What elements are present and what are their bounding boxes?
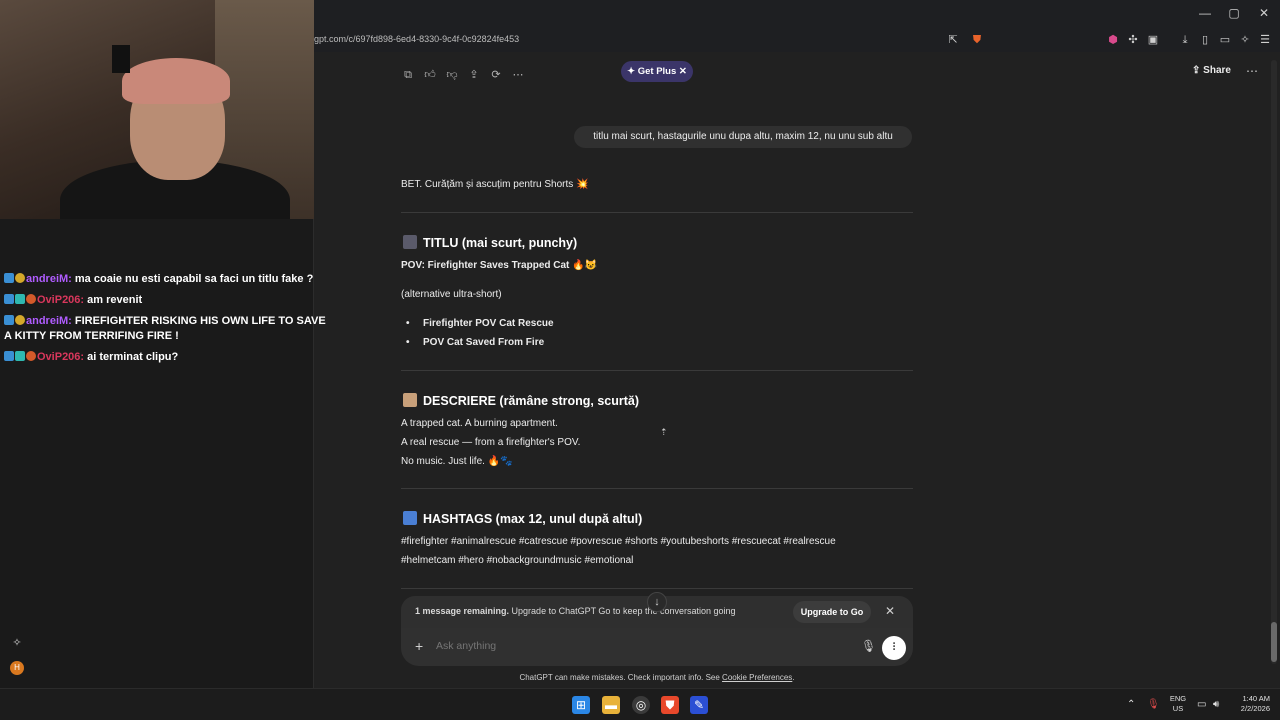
copy-icon[interactable]: ⧉ (401, 68, 415, 82)
taskbar: ⊞ ▬ ◎ ⛊ ✎ ⌃ 🎙︎ ENG US ▭ 🔊︎ 1:40 AM 2/2/202… (0, 688, 1280, 720)
share-icon[interactable]: ⇪ (467, 68, 481, 82)
section-heading-description: DESCRIERE (rămâne strong, scurtă) (403, 393, 639, 408)
coin-badge-icon (15, 273, 25, 283)
stream-overlay-panel: andreiM: ma coaie nu esti capabil sa fac… (0, 0, 326, 688)
assistant-intro: BET. Curățăm și ascuțim pentru Shorts 💥 (401, 179, 589, 190)
description-line: A real rescue — from a firefighter's POV… (401, 437, 581, 448)
obs-icon[interactable]: ◎ (632, 696, 650, 714)
hashtags-line: #firefighter #animalrescue #catrescue #p… (401, 536, 836, 547)
windows-start-icon[interactable]: ⊞ (572, 696, 590, 714)
plus-sparkle-icon: ✦ (627, 66, 638, 77)
more-icon[interactable]: ⋯ (511, 68, 525, 82)
scroll-down-icon[interactable]: ↓ (647, 592, 667, 612)
language-indicator[interactable]: ENG US (1168, 694, 1188, 714)
stream-chat: andreiM: ma coaie nu esti capabil sa fac… (4, 272, 334, 371)
tab-icon[interactable]: ▣ (1146, 33, 1160, 47)
conversation-options-icon[interactable]: ⋯ (1246, 64, 1258, 78)
clock[interactable]: 1:40 AM 2/2/2026 (1230, 694, 1270, 714)
url-field[interactable]: gpt.com/c/697fd898-6ed4-8330-9c4f-0c9282… (314, 34, 519, 44)
close-icon[interactable]: ✕ (885, 604, 895, 618)
scrollbar-thumb[interactable] (1271, 622, 1277, 662)
message-actions: ⧉ 👍︎ 👎︎ ⇪ ⟳ ⋯ (401, 68, 525, 82)
tray-chevron-icon[interactable]: ⌃ (1127, 699, 1135, 710)
share-button[interactable]: ⇪ Share (1192, 65, 1231, 76)
hashtag-icon (403, 511, 417, 525)
download-icon[interactable]: ⤓ (1178, 33, 1192, 47)
grid-badge-icon (15, 294, 25, 304)
sword-badge-icon (4, 273, 14, 283)
webcam-feed (0, 0, 314, 219)
memo-icon (403, 393, 417, 407)
flower-badge-icon (26, 294, 36, 304)
main-title: POV: Firefighter Saves Trapped Cat 🔥😺 (401, 260, 598, 271)
screen: — ▢ ✕ gpt.com/c/697fd898-6ed4-8330-9c4f-… (0, 0, 1280, 720)
wallet-icon[interactable]: ▭ (1218, 33, 1232, 47)
chat-message: OviP206: am revenit (4, 293, 334, 308)
scrollbar-track[interactable] (1271, 60, 1277, 664)
divider (401, 588, 913, 589)
divider (401, 488, 913, 489)
flower-badge-icon (26, 351, 36, 361)
brave-shield-icon[interactable]: ⛊ (970, 33, 984, 47)
thumbs-down-icon[interactable]: 👎︎ (445, 68, 459, 82)
list-item: POV Cat Saved From Fire (406, 337, 544, 348)
app-icon[interactable]: ✎ (690, 696, 708, 714)
file-explorer-icon[interactable]: ▬ (602, 696, 620, 714)
list-item: Firefighter POV Cat Rescue (406, 318, 554, 329)
section-heading-title: TITLU (mai scurt, punchy) (403, 235, 577, 250)
clapperboard-icon (403, 235, 417, 249)
minimize-button[interactable]: — (1195, 6, 1215, 20)
avatar[interactable]: H (10, 661, 24, 675)
chat-message: OviP206: ai terminat clipu? (4, 350, 334, 365)
divider (401, 212, 913, 213)
sword-badge-icon (4, 294, 14, 304)
network-icon[interactable]: ▭ (1197, 699, 1206, 710)
user-message: titlu mai scurt, hastagurile unu dupa al… (574, 126, 912, 148)
share-page-icon[interactable]: ⇱ (946, 33, 960, 47)
mouse-cursor-icon: ⇡ (660, 427, 668, 437)
sidebar-icon[interactable]: ▯ (1198, 33, 1212, 47)
microphone-icon[interactable]: 🎙︎ (861, 639, 876, 653)
disclaimer: ChatGPT can make mistakes. Check importa… (519, 673, 795, 682)
share-upload-icon: ⇪ (1192, 65, 1204, 76)
microphone-tray-icon[interactable]: 🎙︎ (1147, 699, 1160, 710)
leo-icon[interactable]: ✧ (1238, 33, 1252, 47)
divider (401, 370, 913, 371)
alt-label: (alternative ultra-short) (401, 289, 502, 300)
get-plus-button[interactable]: ✦ Get Plus ✕ (621, 61, 693, 82)
sparkle-icon[interactable]: ✧ (10, 636, 24, 650)
maximize-button[interactable]: ▢ (1224, 6, 1244, 20)
regenerate-icon[interactable]: ⟳ (489, 68, 503, 82)
volume-icon[interactable]: 🔊︎ (1213, 699, 1219, 710)
menu-icon[interactable]: ☰ (1258, 33, 1272, 47)
chat-message: andreiM: FIREFIGHTER RISKING HIS OWN LIF… (4, 315, 326, 342)
puzzle-extensions-icon[interactable]: ✣ (1126, 33, 1140, 47)
composer: + 🎙︎ ⫶ (401, 628, 913, 666)
cookie-preferences-link[interactable]: Cookie Preferences (722, 673, 792, 682)
close-icon[interactable]: ✕ (676, 66, 687, 77)
sword-badge-icon (4, 351, 14, 361)
sword-badge-icon (4, 315, 14, 325)
grid-badge-icon (15, 351, 25, 361)
brave-browser-icon[interactable]: ⛊ (661, 696, 679, 714)
thumbs-up-icon[interactable]: 👍︎ (423, 68, 437, 82)
prompt-input[interactable] (436, 640, 836, 652)
upgrade-to-go-button[interactable]: Upgrade to Go (793, 601, 871, 623)
description-line: A trapped cat. A burning apartment. (401, 418, 558, 429)
voice-mode-icon[interactable]: ⫶ (882, 636, 906, 660)
chat-message: andreiM: ma coaie nu esti capabil sa fac… (4, 272, 334, 287)
description-line: No music. Just life. 🔥🐾 (401, 456, 513, 467)
add-attachment-icon[interactable]: + (415, 638, 423, 654)
coin-badge-icon (15, 315, 25, 325)
extension-icon[interactable]: ⬢ (1106, 33, 1120, 47)
notice-text: 1 message remaining. Upgrade to ChatGPT … (415, 606, 736, 616)
close-window-button[interactable]: ✕ (1254, 6, 1274, 20)
section-heading-hashtags: HASHTAGS (max 12, unul după altul) (403, 511, 642, 526)
hashtags-line: #helmetcam #hero #nobackgroundmusic #emo… (401, 555, 634, 566)
